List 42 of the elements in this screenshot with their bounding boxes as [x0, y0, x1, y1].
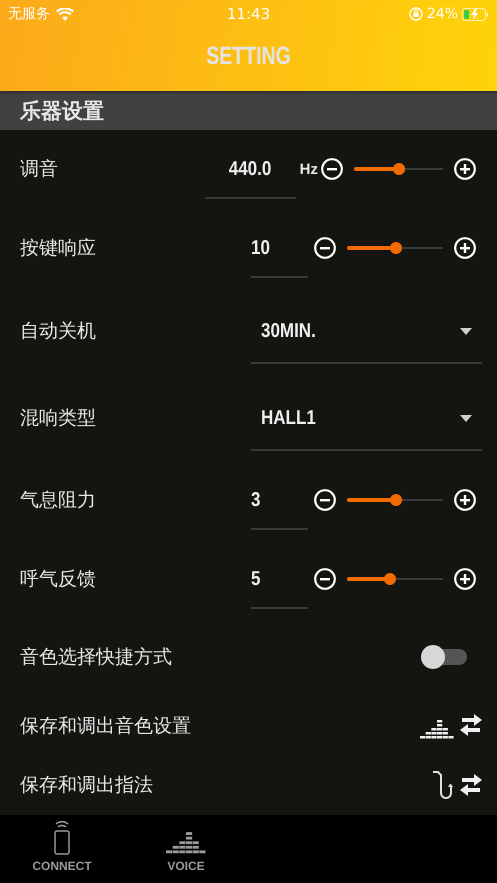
tab-button[interactable]: VOICE: [124, 815, 248, 883]
saxophone-icon: [432, 770, 454, 800]
setting-label: 呼气反馈: [20, 567, 97, 592]
slider-thumb[interactable]: [384, 573, 396, 586]
dropdown-field[interactable]: HALL1: [251, 406, 482, 451]
minus-icon[interactable]: [314, 489, 336, 512]
caret-icon: [460, 414, 472, 422]
minus-icon[interactable]: [314, 237, 336, 260]
setting-label: 自动关机: [20, 319, 97, 344]
wifi-icon: [56, 8, 74, 20]
setting-label: 调音: [20, 157, 59, 182]
setting-label: 按键响应: [20, 236, 97, 262]
slider-thumb[interactable]: [390, 242, 402, 254]
minus-icon[interactable]: [314, 568, 336, 590]
value-field[interactable]: 5: [251, 567, 308, 610]
setting-label: 保存和调出音色设置: [20, 714, 192, 739]
rotation-lock-icon: [408, 7, 423, 21]
unit-label: Hz: [298, 160, 318, 178]
plus-icon[interactable]: [454, 237, 476, 260]
setting-label: 气息阻力: [20, 488, 97, 514]
setting-label: 保存和调出指法: [20, 773, 154, 798]
slider-thumb[interactable]: [392, 163, 404, 176]
screen-title: SETTING: [205, 41, 292, 72]
value-field[interactable]: 3: [251, 488, 308, 530]
battery-charging-icon: [462, 8, 490, 20]
clock-time: 11:43: [226, 5, 270, 23]
battery-percent: 24%: [426, 6, 458, 22]
setting-label: 音色选择快捷方式: [20, 645, 173, 670]
section-title: 乐器设置: [20, 98, 104, 124]
tab-button[interactable]: CONNECT: [0, 815, 124, 883]
plus-icon[interactable]: [454, 158, 476, 180]
plus-icon[interactable]: [454, 568, 476, 590]
plus-icon[interactable]: [454, 489, 476, 512]
minus-icon[interactable]: [321, 158, 343, 180]
slider-thumb[interactable]: [390, 494, 402, 506]
carrier-text: 无服务: [8, 5, 50, 23]
caret-icon: [460, 328, 472, 336]
setting-label: 混响类型: [20, 406, 97, 431]
phone-signal-icon: [53, 821, 71, 855]
value-field[interactable]: 440.0: [205, 157, 296, 200]
dropdown-field[interactable]: 30MIN.: [251, 319, 482, 364]
value-field[interactable]: 10: [251, 236, 308, 278]
